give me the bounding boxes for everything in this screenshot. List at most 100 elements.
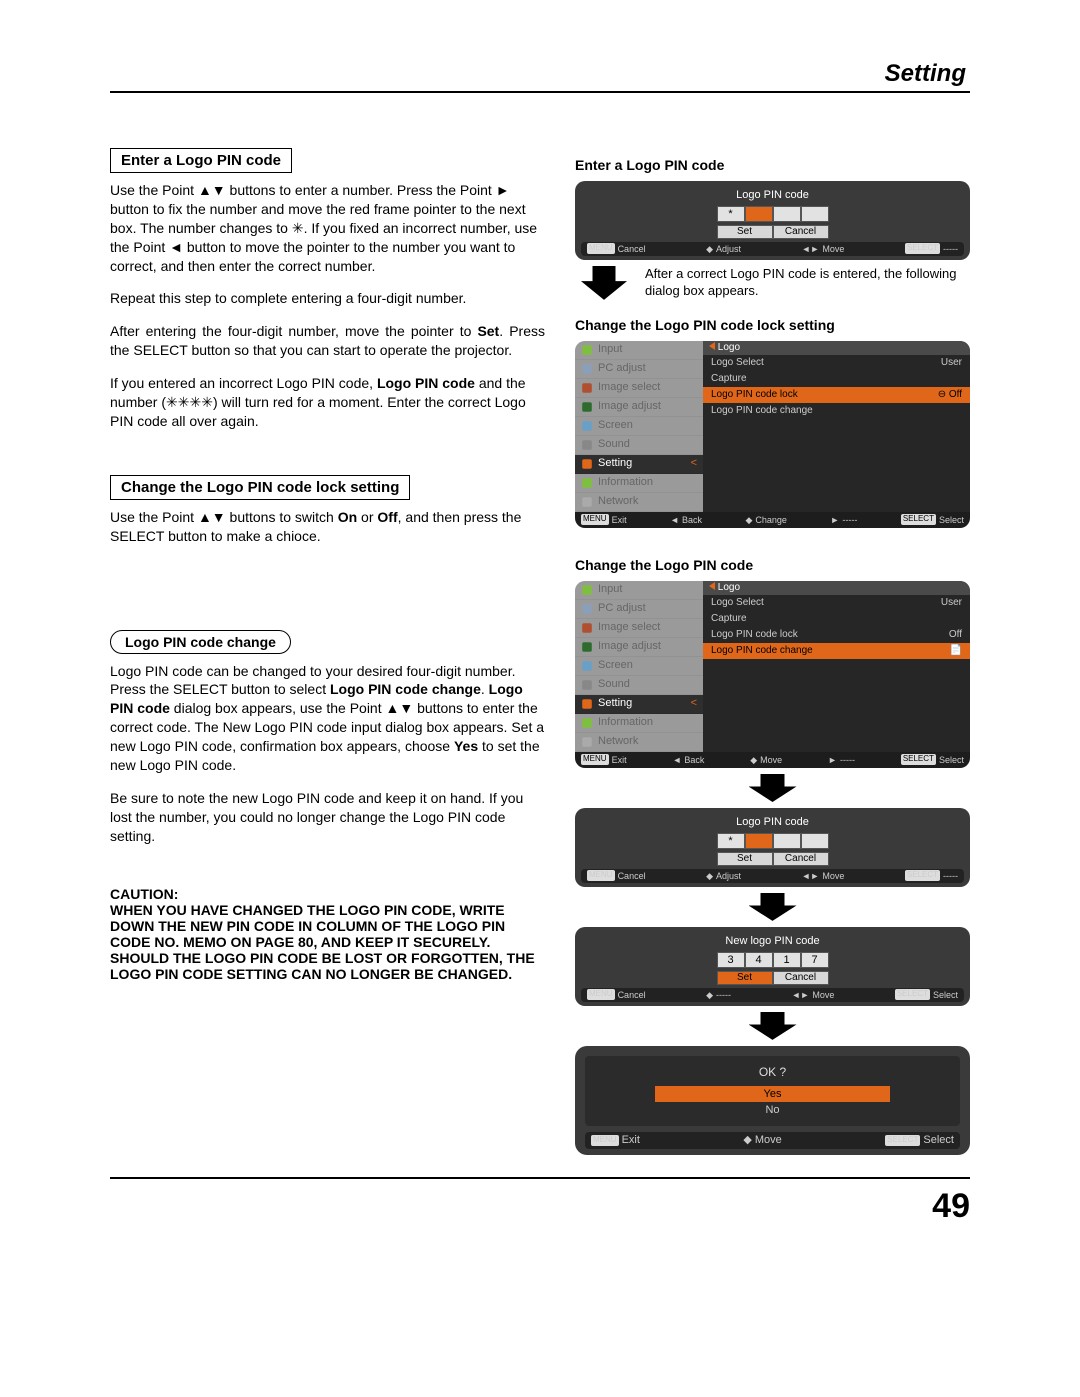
- menu-row[interactable]: Logo SelectUser: [703, 595, 970, 611]
- menu-status-bar: MENU Exit ◄Back ◆ Move ►----- SELECT Sel…: [575, 752, 970, 768]
- menu-row-label: Logo PIN code change: [711, 644, 813, 658]
- input-icon: [581, 344, 593, 356]
- pin-digit[interactable]: [745, 833, 773, 849]
- sidebar-item-label: Setting: [598, 456, 632, 471]
- status-text: Cancel: [618, 989, 646, 1001]
- chevron-left-icon: [709, 582, 715, 590]
- pin-digit[interactable]: 1: [773, 952, 801, 968]
- sidebar-item-input[interactable]: Input: [575, 581, 703, 600]
- caution-block: CAUTION: WHEN YOU HAVE CHANGED THE LOGO …: [110, 886, 545, 982]
- sidebar-item-label: Image select: [598, 380, 660, 395]
- status-text: Adjust: [716, 870, 741, 882]
- sidebar-item-label: Network: [598, 734, 638, 749]
- paragraph: Be sure to note the new Logo PIN code an…: [110, 789, 545, 846]
- menu-status-bar: MENU Exit ◄Back ◆Change ►----- SELECT Se…: [575, 512, 970, 528]
- menu-row-value: User: [941, 356, 962, 370]
- information-icon: [581, 477, 593, 489]
- confirm-yes[interactable]: Yes: [655, 1086, 890, 1102]
- sidebar-item-image-select[interactable]: Image select: [575, 619, 703, 638]
- heading-enter-logo-pin: Enter a Logo PIN code: [110, 148, 292, 173]
- header-rule: [110, 91, 970, 93]
- sidebar-item-label: Input: [598, 582, 622, 597]
- sidebar-item-network[interactable]: Network: [575, 493, 703, 512]
- footer-rule: [110, 1177, 970, 1179]
- pin-digit[interactable]: [773, 206, 801, 222]
- text-bold: Logo PIN code change: [330, 681, 481, 697]
- text-bold: Set: [477, 323, 499, 339]
- select-badge: SELECT: [895, 989, 930, 1000]
- menu-row[interactable]: Logo PIN code change📄: [703, 643, 970, 659]
- sidebar-item-screen[interactable]: Screen: [575, 657, 703, 676]
- text: Use the Point ▲▼ buttons to switch: [110, 509, 338, 525]
- pin-digit[interactable]: 7: [801, 952, 829, 968]
- menu-header: Logo: [703, 341, 970, 355]
- menu-header-label: Logo: [718, 342, 740, 353]
- confirm-question: OK ?: [585, 1064, 960, 1080]
- status-text: Exit: [612, 514, 627, 526]
- pc-adjust-icon: [581, 363, 593, 375]
- text: After entering the four-digit number, mo…: [110, 323, 477, 339]
- menu-row[interactable]: Capture: [703, 371, 970, 387]
- status-text: -----: [943, 870, 958, 882]
- cancel-button[interactable]: Cancel: [773, 852, 829, 866]
- status-text: Move: [822, 243, 844, 255]
- pin-digit[interactable]: 4: [745, 952, 773, 968]
- sidebar-item-sound[interactable]: Sound: [575, 676, 703, 695]
- osd-logo-pin-2: Logo PIN code * Set Cancel MENU Cancel ◆…: [575, 808, 970, 887]
- pin-digit[interactable]: [745, 206, 773, 222]
- sidebar-item-setting[interactable]: Setting<: [575, 455, 703, 474]
- menu-sidebar: InputPC adjustImage select Image adjustSc…: [575, 341, 703, 512]
- pin-digit[interactable]: 3: [717, 952, 745, 968]
- menu-row[interactable]: Logo PIN code change: [703, 403, 970, 419]
- information-icon: [581, 717, 593, 729]
- sidebar-item-pc-adjust[interactable]: PC adjust: [575, 360, 703, 379]
- osd-new-logo-pin: New logo PIN code 3 4 1 7 Set Cancel MEN…: [575, 927, 970, 1006]
- sidebar-item-network[interactable]: Network: [575, 733, 703, 752]
- set-button[interactable]: Set: [717, 852, 773, 866]
- sidebar-item-image-adjust[interactable]: Image adjust: [575, 398, 703, 417]
- pin-digit[interactable]: *: [717, 206, 745, 222]
- menu-row[interactable]: Logo SelectUser: [703, 355, 970, 371]
- network-icon: [581, 496, 593, 508]
- cancel-button[interactable]: Cancel: [773, 225, 829, 239]
- sidebar-item-information[interactable]: Information: [575, 474, 703, 493]
- set-button[interactable]: Set: [717, 225, 773, 239]
- menu-row[interactable]: Capture: [703, 611, 970, 627]
- pin-digit[interactable]: [801, 833, 829, 849]
- select-badge: SELECT: [901, 514, 936, 525]
- set-button[interactable]: Set: [717, 971, 773, 985]
- menu-row[interactable]: Logo PIN code lock⊖ Off: [703, 387, 970, 403]
- menu-row-label: Logo PIN code change: [711, 404, 813, 418]
- sidebar-item-label: Network: [598, 494, 638, 509]
- pin-digit[interactable]: [801, 206, 829, 222]
- image-adjust-icon: [581, 401, 593, 413]
- confirm-no[interactable]: No: [585, 1102, 960, 1118]
- menu-badge: MENU: [587, 989, 615, 1000]
- subhead-change-lock: Change the Logo PIN code lock setting: [575, 316, 970, 335]
- sidebar-item-information[interactable]: Information: [575, 714, 703, 733]
- sound-icon: [581, 439, 593, 451]
- pin-digit[interactable]: [773, 833, 801, 849]
- menu-badge: MENU: [591, 1135, 619, 1146]
- sidebar-item-image-select[interactable]: Image select: [575, 379, 703, 398]
- menu-row[interactable]: Logo PIN code lockOff: [703, 627, 970, 643]
- network-icon: [581, 736, 593, 748]
- pin-digit[interactable]: *: [717, 833, 745, 849]
- text: or: [357, 509, 377, 525]
- sidebar-item-screen[interactable]: Screen: [575, 417, 703, 436]
- menu-row-value: User: [941, 596, 962, 610]
- status-text: Cancel: [618, 870, 646, 882]
- sidebar-item-setting[interactable]: Setting<: [575, 695, 703, 714]
- cancel-button[interactable]: Cancel: [773, 971, 829, 985]
- heading-pill-change-pin: Logo PIN code change: [110, 630, 291, 654]
- status-text: -----: [842, 514, 857, 526]
- sidebar-item-sound[interactable]: Sound: [575, 436, 703, 455]
- sidebar-item-label: Sound: [598, 437, 630, 452]
- chevron-left-icon: [709, 342, 715, 350]
- sidebar-item-pc-adjust[interactable]: PC adjust: [575, 600, 703, 619]
- sidebar-item-input[interactable]: Input: [575, 341, 703, 360]
- sidebar-item-image-adjust[interactable]: Image adjust: [575, 638, 703, 657]
- heading-change-lock: Change the Logo PIN code lock setting: [110, 475, 410, 500]
- menu-row-value: ⊖ Off: [938, 388, 962, 402]
- page-number: 49: [110, 1187, 970, 1226]
